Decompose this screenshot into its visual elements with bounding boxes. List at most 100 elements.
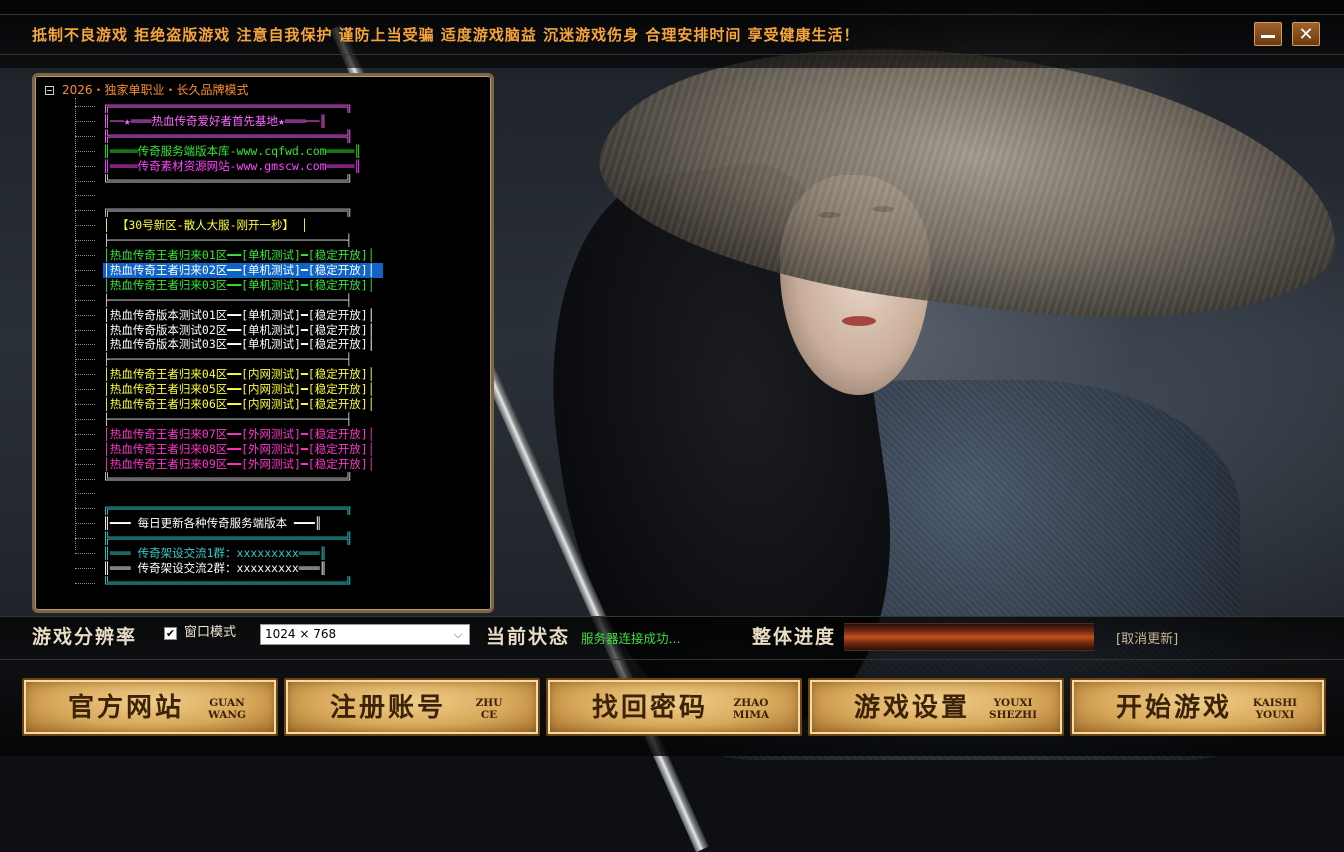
server-list-item[interactable]: ╚══════════════════════════════════╝ <box>75 174 475 189</box>
server-list-item-label: ├──────────────────────────────────┤ <box>103 292 353 307</box>
server-list-item[interactable]: │热血传奇王者归来07区━━[外网测试]━[稳定开放]│ <box>75 427 475 442</box>
button-label: 找回密码 <box>592 693 709 723</box>
button-pinyin-line: WANG <box>208 709 246 721</box>
server-list-item[interactable]: │热血传奇版本测试03区━━[单机测试]━[稳定开放]│ <box>75 337 475 352</box>
server-list-item-label: ╚══════════════════════════════════╝ <box>103 471 353 486</box>
tree-branch-line <box>75 135 95 137</box>
server-list-item[interactable]: ╚══════════════════════════════════╝ <box>75 576 475 591</box>
status-value: 服务器连接成功... <box>581 631 681 646</box>
collapse-icon[interactable] <box>45 86 54 95</box>
server-list-item-label: │热血传奇王者归来04区━━[内网测试]━[稳定开放]│ <box>103 367 375 382</box>
server-list-item-label: ╚══════════════════════════════════╝ <box>103 173 353 188</box>
server-list-item[interactable]: ║════传奇服务端版本库-www.cqfwd.com════║ <box>75 144 475 159</box>
server-list-item[interactable]: ║━━━ 每日更新各种传奇服务端版本 ━━━║ <box>75 516 475 531</box>
minimize-icon <box>1261 34 1275 38</box>
button-label: 游戏设置 <box>854 693 971 723</box>
server-list-item-label: ├──────────────────────────────────┤ <box>103 411 353 426</box>
server-list-item-label: │ 【30号新区-散人大服-刚开一秒】 │ <box>103 218 308 233</box>
chevron-down-icon[interactable]: ⌵ <box>450 625 466 644</box>
background-figure-lips <box>842 316 876 326</box>
server-list-item-label: │热血传奇王者归来03区━━[单机测试]━[稳定开放]│ <box>103 277 375 292</box>
minimize-button[interactable] <box>1254 22 1282 46</box>
server-list-item[interactable]: ║═══ 传奇架设交流2群：xxxxxxxxx═══║ <box>75 561 475 576</box>
resolution-select[interactable]: 1024 × 768 ⌵ <box>260 624 470 645</box>
tree-branch-line <box>75 150 95 152</box>
game-settings-button[interactable]: 游戏设置 YOUXI SHEZHI <box>808 678 1064 736</box>
server-list-item[interactable]: │热血传奇王者归来03区━━[单机测试]━[稳定开放]│ <box>75 278 475 293</box>
tree-branch-line <box>75 374 95 376</box>
server-list-item-label: │热血传奇王者归来07区━━[外网测试]━[稳定开放]│ <box>103 426 375 441</box>
server-list-item-label: │热血传奇王者归来05区━━[内网测试]━[稳定开放]│ <box>103 382 375 397</box>
health-slogan: 抵制不良游戏 拒绝盗版游戏 注意自我保护 谨防上当受骗 适度游戏脑益 沉迷游戏伤… <box>32 26 860 44</box>
tree-root-label: 2026・独家单职业・长久品牌模式 <box>62 83 249 97</box>
server-list-item[interactable] <box>75 486 475 501</box>
server-list-item[interactable]: │热血传奇王者归来06区━━[内网测试]━[稳定开放]│ <box>75 397 475 412</box>
official-site-button[interactable]: 官方网站 GUAN WANG <box>22 678 278 736</box>
tree-branch-line <box>75 478 95 480</box>
server-list-item-label: ╔══════════════════════════════════╗ <box>103 203 353 218</box>
server-list-item[interactable]: ╠══════════════════════════════════╣ <box>75 129 475 144</box>
close-icon: ✕ <box>1298 23 1314 45</box>
resolution-value: 1024 × 768 <box>265 627 337 641</box>
tree-branch-line <box>75 553 95 554</box>
close-button[interactable]: ✕ <box>1292 22 1320 46</box>
tree-root[interactable]: 2026・独家单职业・长久品牌模式 <box>45 82 249 98</box>
tree-branch-line <box>75 582 95 584</box>
server-list-item-label: │热血传奇版本测试01区━━[单机测试]━[稳定开放]│ <box>103 307 375 322</box>
check-icon: ✔ <box>165 627 176 640</box>
top-divider <box>0 14 1344 15</box>
window-mode-label[interactable]: 窗口模式 <box>184 624 236 642</box>
server-list-item[interactable]: │热血传奇版本测试02区━━[单机测试]━[稳定开放]│ <box>75 323 475 338</box>
tree-branch-line <box>75 567 95 569</box>
server-list-item[interactable]: │热血传奇王者归来08区━━[外网测试]━[稳定开放]│ <box>75 442 475 457</box>
server-list-item[interactable]: ╚══════════════════════════════════╝ <box>75 472 475 487</box>
server-list-item[interactable]: ║═══ 传奇架设交流1群：xxxxxxxxx═══║ <box>75 546 475 561</box>
server-list-item[interactable]: │热血传奇王者归来01区━━[单机测试]━[稳定开放]│ <box>75 248 475 263</box>
server-list-item-label: ║════传奇素材资源网站-www.gmscw.com════║ <box>103 158 362 173</box>
tree-branch-line <box>75 106 95 107</box>
server-list-item-label: │热血传奇王者归来08区━━[外网测试]━[稳定开放]│ <box>103 441 375 456</box>
tree-branch-line <box>75 269 95 271</box>
server-list-item[interactable]: ╔══════════════════════════════════╗ <box>75 501 475 516</box>
tree-branch-line <box>75 418 95 420</box>
tree-branch-line <box>75 284 95 286</box>
recover-password-button[interactable]: 找回密码 ZHAO MIMA <box>546 678 802 736</box>
server-list-item[interactable]: ├──────────────────────────────────┤ <box>75 233 475 248</box>
server-list-item[interactable]: ╔══════════════════════════════════╗ <box>75 203 475 218</box>
server-list-item[interactable]: ├──────────────────────────────────┤ <box>75 293 475 308</box>
tree-branch-line <box>75 180 95 182</box>
tree-branch-line <box>75 389 95 391</box>
server-list-item[interactable]: │热血传奇王者归来05区━━[内网测试]━[稳定开放]│ <box>75 382 475 397</box>
top-divider <box>0 54 1344 55</box>
server-list-panel[interactable]: 2026・独家单职业・长久品牌模式 ╔═════════════════════… <box>32 73 494 613</box>
button-pinyin-line: MIMA <box>732 709 770 721</box>
tree-branch-line <box>75 314 95 316</box>
register-account-button[interactable]: 注册账号 ZHU CE <box>284 678 540 736</box>
server-list-item[interactable]: │热血传奇版本测试01区━━[单机测试]━[稳定开放]│ <box>75 308 475 323</box>
button-pinyin: ZHU CE <box>460 697 518 721</box>
server-list-item-label: ║━━━ 每日更新各种传奇服务端版本 ━━━║ <box>103 516 322 531</box>
server-list-item-label: │热血传奇王者归来02区━━[单机测试]━[稳定开放]│ <box>103 262 383 278</box>
button-pinyin-line: YOUXI <box>993 697 1033 709</box>
start-game-button[interactable]: 开始游戏 KAISHI YOUXI <box>1070 678 1326 736</box>
server-list-item[interactable]: │热血传奇王者归来02区━━[单机测试]━[稳定开放]│ <box>75 262 475 278</box>
server-list-item[interactable]: │热血传奇王者归来04区━━[内网测试]━[稳定开放]│ <box>75 367 475 382</box>
server-list-item[interactable]: │ 【30号新区-散人大服-刚开一秒】 │ <box>75 218 475 233</box>
resolution-label: 游戏分辨率 <box>32 626 138 648</box>
button-label: 官方网站 <box>68 693 185 723</box>
server-list-item[interactable]: ├──────────────────────────────────┤ <box>75 352 475 367</box>
server-list-item[interactable]: ╠══════════════════════════════════╣ <box>75 531 475 546</box>
server-list-item[interactable] <box>75 188 475 203</box>
status-label: 当前状态 <box>486 626 571 648</box>
cancel-update-link[interactable]: [取消更新] <box>1116 628 1178 647</box>
server-list-item[interactable]: ╔══════════════════════════════════╗ <box>75 99 475 114</box>
tree-branch-line <box>75 240 95 242</box>
server-list-item[interactable]: ║──★═══热血传奇爱好者首先基地★═══──║ <box>75 114 475 129</box>
server-list-item[interactable]: ║════传奇素材资源网站-www.gmscw.com════║ <box>75 159 475 174</box>
tree-branch-line <box>75 448 95 450</box>
server-list-item[interactable]: ├──────────────────────────────────┤ <box>75 412 475 427</box>
server-list-item-label: │热血传奇版本测试02区━━[单机测试]━[稳定开放]│ <box>103 322 375 337</box>
window-mode-checkbox[interactable]: ✔ <box>164 627 177 640</box>
server-list-item[interactable]: │热血传奇王者归来09区━━[外网测试]━[稳定开放]│ <box>75 457 475 472</box>
button-pinyin: ZHAO MIMA <box>722 697 780 721</box>
